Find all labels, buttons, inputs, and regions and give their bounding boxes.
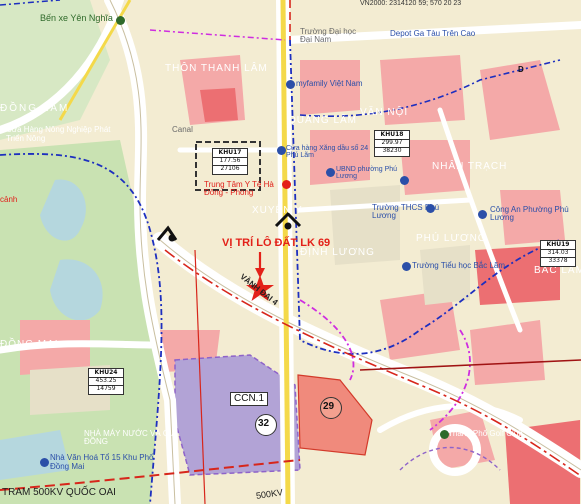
school-icon-2 — [402, 262, 411, 271]
zone-pop: 14759 — [89, 384, 123, 393]
zone-name: KHU24 — [94, 369, 118, 376]
zone-box-khu18: KHU18 299.97 38230 — [374, 130, 410, 157]
label-trung-tam-yte: Trung Tâm Y Tế Hà Đông - Phòng — [204, 180, 274, 197]
label-canh: cảnh — [0, 195, 18, 204]
planning-map: VN2000: 2314120 59; 570 20 23 Bến xe Yên… — [0, 0, 581, 504]
label-xuyen-y: XUYÊN Y — [252, 205, 303, 216]
bus-station-icon — [116, 16, 125, 25]
zone-pop: 38230 — [375, 146, 409, 155]
label-depot: Depot Ga Tàu Trên Cao — [390, 29, 476, 38]
label-bac-lam: BẮC LÃM — [534, 265, 581, 276]
label-cay-xang: Cửa hàng Xăng dầu số 24 Phú Lãm — [286, 145, 369, 159]
fuel-icon — [277, 146, 286, 155]
label-ubnd: UBND phường Phú Lương — [336, 166, 398, 180]
police-icon — [478, 210, 487, 219]
government-icon-2 — [400, 176, 409, 185]
zone-pop: 33378 — [541, 256, 575, 265]
label-dong-lam: ĐỒNG LÂM — [0, 103, 70, 114]
marker-29: 29 — [323, 401, 335, 412]
target-title: VỊ TRÍ LÔ ĐẤT LK 69 — [222, 237, 331, 249]
label-truong-dh: Trường Đại học Đại Nam — [300, 27, 357, 44]
zone-name: KHU18 — [380, 131, 404, 138]
label-thon-thanh-lam: THÔN THANH LÂM — [165, 63, 268, 74]
community-icon — [40, 458, 49, 467]
zone-box-khu24: KHU24 453.25 14759 — [88, 368, 124, 395]
zone-box-khu19: KHU19 314.03 33378 — [540, 240, 576, 267]
shop-icon — [286, 80, 295, 89]
label-vinmart: myfamily Việt Nam — [296, 79, 363, 88]
marker-d: D — [518, 65, 524, 74]
zone-name: KHU19 — [546, 241, 570, 248]
zone-pop: 27106 — [213, 164, 247, 173]
label-tieu-hoc: Trường Tiểu học Bắc Lãm — [412, 261, 506, 270]
hospital-icon — [282, 180, 291, 189]
label-cong-an: Công An Phường Phú Lương — [490, 205, 569, 222]
label-nha-may: NHÀ MÁY NƯỚC VÀ GIA ĐỒNG — [84, 429, 177, 446]
zone-name: KHU17 — [218, 149, 242, 156]
zone-area: 453.25 — [89, 376, 123, 385]
label-nhan-trach: NHÂN TRẠCH — [432, 161, 508, 172]
label-quang-lam: QUANG LÂM — [288, 115, 358, 126]
label-dong-mai: ĐỒNG MAI — [0, 339, 59, 350]
label-nha-van-hoa: Nhà Văn Hoá Tổ 15 Khu Phố Đồng Mai — [50, 453, 154, 471]
label-cua-hang-nong-nghiep: Cửa Hàng Nông Nghiệp Phát Triển Nông — [6, 125, 111, 143]
zone-area: 299.97 — [375, 138, 409, 147]
zone-box-khu17: KHU17 177.56 27106 — [212, 148, 248, 175]
school-icon — [426, 204, 435, 213]
label-ben-xe: Bến xe Yên Nghĩa — [40, 13, 113, 23]
marker-ccn: CCN.1 — [230, 392, 269, 406]
label-golf-club: Thành Phố Golf Club — [448, 429, 523, 438]
label-dinh-luong: ĐỊNH LƯƠNG — [300, 247, 375, 258]
marker-32: 32 — [258, 418, 270, 429]
zone-area: 314.03 — [541, 248, 575, 257]
label-tram-500kv: TRAM 500KV QUỐC OAI — [2, 487, 116, 498]
coordinate-readout: VN2000: 2314120 59; 570 20 23 — [360, 0, 462, 7]
golf-icon — [440, 430, 449, 439]
label-phu-luong: PHÚ LƯƠNG — [416, 233, 487, 244]
label-canal: Canal — [172, 125, 193, 134]
label-van-noi: VĂN NỘI — [360, 107, 409, 118]
zone-area: 177.56 — [213, 156, 247, 165]
government-icon — [326, 168, 335, 177]
